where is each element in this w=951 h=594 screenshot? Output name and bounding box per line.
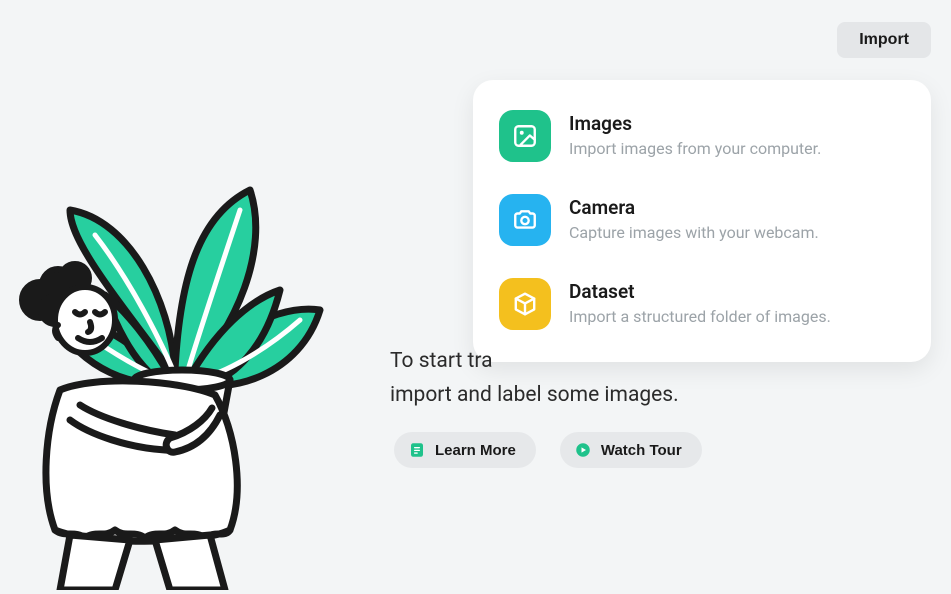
dropdown-item-dataset[interactable]: Dataset Import a structured folder of im… — [499, 262, 905, 336]
import-dropdown: Images Import images from your computer.… — [473, 80, 931, 362]
dropdown-item-images[interactable]: Images Import images from your computer. — [499, 104, 905, 178]
play-icon — [574, 441, 592, 459]
watch-tour-button[interactable]: Watch Tour — [560, 432, 702, 468]
dropdown-item-title: Camera — [569, 196, 819, 219]
camera-icon — [499, 194, 551, 246]
import-button[interactable]: Import — [837, 22, 931, 58]
dropdown-item-camera[interactable]: Camera Capture images with your webcam. — [499, 178, 905, 262]
dropdown-item-title: Dataset — [569, 280, 831, 303]
dropdown-item-title: Images — [569, 112, 821, 135]
image-icon — [499, 110, 551, 162]
person-holding-plant-illustration — [0, 180, 360, 590]
dropdown-item-desc: Import a structured folder of images. — [569, 307, 831, 326]
onboarding-line-1: To start tra — [390, 349, 493, 373]
onboarding-text: To start tra import and label some image… — [390, 345, 890, 412]
learn-more-button[interactable]: Learn More — [394, 432, 536, 468]
watch-tour-label: Watch Tour — [601, 442, 682, 459]
onboarding-line-2: import and label some images. — [390, 383, 679, 407]
learn-more-label: Learn More — [435, 442, 516, 459]
dropdown-item-desc: Import images from your computer. — [569, 139, 821, 158]
document-icon — [408, 441, 426, 459]
cube-icon — [499, 278, 551, 330]
action-row: Learn More Watch Tour — [394, 432, 702, 468]
dropdown-item-desc: Capture images with your webcam. — [569, 223, 819, 242]
